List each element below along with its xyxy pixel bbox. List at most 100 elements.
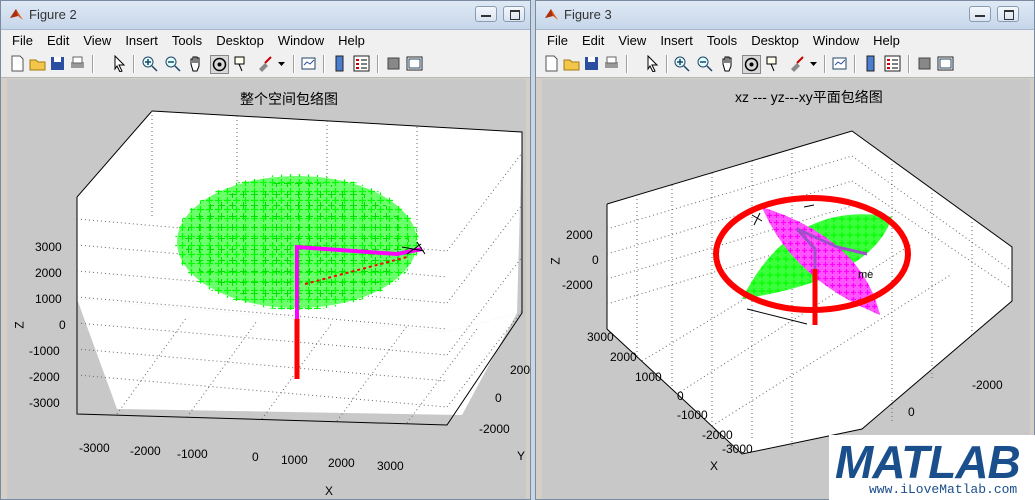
y-tick: 2000 (510, 363, 531, 377)
x-tick: 1000 (281, 453, 308, 467)
z-tick: 2000 (35, 266, 62, 280)
new-figure-icon[interactable] (9, 55, 26, 72)
brand-url: www.iLoveMatlab.com (869, 482, 1018, 497)
z-axis-label: Z (12, 321, 27, 329)
maximize-icon (510, 10, 520, 20)
x-tick: -2000 (702, 428, 733, 442)
toolbar-separator (626, 55, 628, 73)
pan-hand-icon[interactable] (187, 55, 204, 72)
pan-hand-icon[interactable] (719, 55, 736, 72)
toolbar-separator (824, 55, 826, 73)
window-title: Figure 3 (564, 7, 612, 22)
menu-help[interactable]: Help (866, 30, 907, 51)
chevron-down-icon[interactable] (809, 55, 818, 72)
title-bar[interactable]: Figure 2 (1, 1, 530, 30)
x-tick: -1000 (677, 408, 708, 422)
new-figure-icon[interactable] (543, 55, 560, 72)
z-tick: 0 (592, 253, 599, 267)
open-file-icon[interactable] (563, 55, 580, 72)
window-title: Figure 2 (29, 7, 77, 22)
envelope-3d-axes[interactable] (7, 79, 528, 500)
menu-file[interactable]: File (5, 30, 40, 51)
brush-icon[interactable] (256, 55, 273, 72)
menu-tools[interactable]: Tools (700, 30, 744, 51)
matlab-logo-icon (10, 9, 23, 20)
x-axis-label: X (325, 484, 334, 498)
data-cursor-icon[interactable] (765, 55, 782, 72)
rotate-3d-icon[interactable] (742, 55, 761, 74)
x-axis-label: X (710, 459, 719, 473)
x-tick: -3000 (79, 441, 110, 455)
data-cursor-icon[interactable] (233, 55, 250, 72)
menu-view[interactable]: View (611, 30, 653, 51)
menu-bar: File Edit View Insert Tools Desktop Wind… (536, 30, 1034, 51)
link-plot-icon[interactable] (831, 55, 848, 72)
y-tick: 0 (495, 391, 502, 405)
maximize-button[interactable] (997, 6, 1019, 22)
save-icon[interactable] (583, 55, 600, 72)
brush-icon[interactable] (788, 55, 805, 72)
save-icon[interactable] (49, 55, 66, 72)
toolbar-separator (323, 55, 325, 73)
maximize-button[interactable] (503, 6, 525, 22)
legend-icon[interactable] (884, 55, 901, 72)
open-file-icon[interactable] (29, 55, 46, 72)
y-tick: -2000 (972, 378, 1003, 392)
y-tick: -2000 (479, 422, 510, 436)
toolbar-separator (908, 55, 910, 73)
plot-title: 整个空间包络图 (240, 91, 338, 107)
minimize-icon (975, 15, 985, 17)
figure-canvas[interactable]: 整个空间包络图 3000 2000 1000 0 -1000 -2000 -30… (7, 79, 530, 500)
menu-view[interactable]: View (76, 30, 118, 51)
rotate-3d-icon[interactable] (210, 55, 229, 74)
zoom-out-icon[interactable] (164, 55, 181, 72)
matlab-logo-icon (545, 9, 558, 20)
toolbar-separator (666, 55, 668, 73)
menu-edit[interactable]: Edit (575, 30, 611, 51)
x-tick: 0 (677, 389, 684, 403)
colorbar-icon[interactable] (862, 55, 879, 72)
pointer-icon[interactable] (644, 55, 661, 72)
minimize-button[interactable] (475, 6, 497, 22)
menu-window[interactable]: Window (271, 30, 331, 51)
print-icon[interactable] (69, 55, 86, 72)
menu-file[interactable]: File (540, 30, 575, 51)
menu-edit[interactable]: Edit (40, 30, 76, 51)
title-bar[interactable]: Figure 3 (536, 1, 1034, 30)
legend-icon[interactable] (353, 55, 370, 72)
figure-2-window: Figure 2 File Edit View Insert Tools Des… (0, 0, 531, 500)
show-plot-tools-icon[interactable] (937, 55, 954, 72)
y-tick: 0 (908, 405, 915, 419)
x-tick: 1000 (635, 370, 662, 384)
z-tick: -2000 (29, 370, 60, 384)
toolbar-separator (377, 55, 379, 73)
z-tick: -2000 (562, 278, 593, 292)
print-icon[interactable] (603, 55, 620, 72)
zoom-in-icon[interactable] (673, 55, 690, 72)
menu-desktop[interactable]: Desktop (744, 30, 806, 51)
z-tick: 1000 (35, 292, 62, 306)
menu-help[interactable]: Help (331, 30, 372, 51)
menu-window[interactable]: Window (806, 30, 866, 51)
link-plot-icon[interactable] (300, 55, 317, 72)
x-tick: 3000 (377, 459, 404, 473)
menu-bar: File Edit View Insert Tools Desktop Wind… (1, 30, 530, 51)
plot-title: xz --- yz---xy平面包络图 (735, 89, 883, 105)
maximize-icon (1004, 10, 1014, 20)
pointer-icon[interactable] (111, 55, 128, 72)
menu-insert[interactable]: Insert (118, 30, 165, 51)
menu-tools[interactable]: Tools (165, 30, 209, 51)
zoom-out-icon[interactable] (696, 55, 713, 72)
x-tick: -2000 (130, 444, 161, 458)
menu-insert[interactable]: Insert (653, 30, 700, 51)
minimize-button[interactable] (969, 6, 991, 22)
hide-plot-tools-icon[interactable] (385, 55, 402, 72)
colorbar-icon[interactable] (331, 55, 348, 72)
show-plot-tools-icon[interactable] (406, 55, 423, 72)
z-tick: 0 (59, 318, 66, 332)
chevron-down-icon[interactable] (277, 55, 286, 72)
zoom-in-icon[interactable] (141, 55, 158, 72)
menu-desktop[interactable]: Desktop (209, 30, 271, 51)
toolbar-separator (92, 55, 94, 73)
hide-plot-tools-icon[interactable] (916, 55, 933, 72)
